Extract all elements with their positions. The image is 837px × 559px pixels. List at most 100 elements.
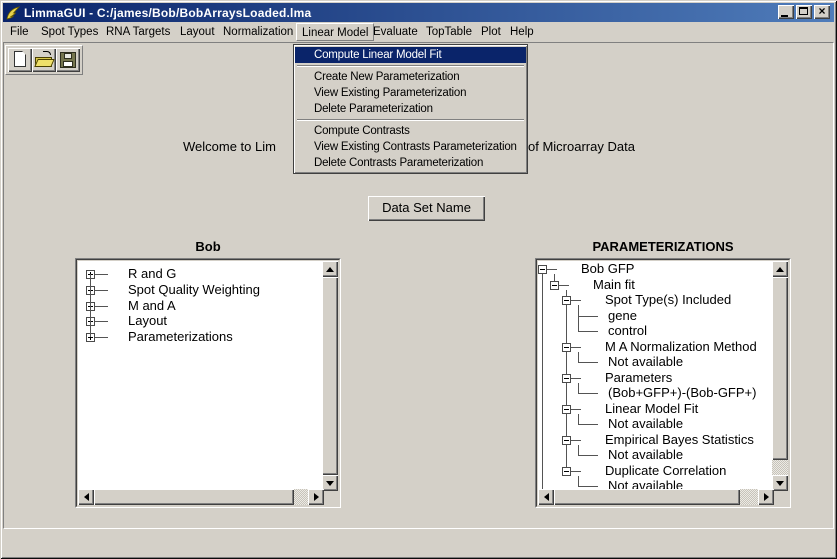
menu-item-compute-linear-model-fit[interactable]: Compute Linear Model Fit [295,47,526,63]
app-window: LimmaGUI - C:/james/Bob/BobArraysLoaded.… [0,0,837,559]
menu-item-delete-parameterization[interactable]: Delete Parameterization [295,101,526,117]
tree-expand-box[interactable] [538,265,547,274]
tree-expand-box[interactable] [562,405,571,414]
tree-line [571,471,581,472]
menu-plot[interactable]: Plot [476,23,506,41]
menu-linear-model[interactable]: Linear Model [296,23,374,41]
tree-node-label[interactable]: Spot Quality Weighting [128,283,260,297]
tree-line [578,455,598,456]
arrow-left-icon [544,493,549,501]
tree-line [578,362,598,363]
tree-line [90,274,91,337]
tree-node-label[interactable]: Not available [608,417,683,431]
tree-node-label[interactable]: gene [608,309,637,323]
tree-line [571,440,581,441]
tree-node-label[interactable]: R and G [128,267,176,281]
menu-item-view-existing-contrasts-parameterization[interactable]: View Existing Contrasts Parameterization [295,139,526,155]
tree-node-label[interactable]: Parameters [605,371,672,385]
parameterizations-tree-panel: Bob GFP Main fitSpot Type(s) Included gene… [535,258,791,508]
arrow-down-icon [326,481,334,486]
scroll-down-button[interactable] [772,475,788,491]
arrow-left-icon [84,493,89,501]
data-set-name-button[interactable]: Data Set Name [368,196,485,221]
tree-node-label[interactable]: Spot Type(s) Included [605,293,731,307]
tree-line [571,347,581,348]
tree-node-label[interactable]: Main fit [593,278,635,292]
tree-expand-box[interactable] [562,296,571,305]
tree-node-label[interactable]: Empirical Bayes Statistics [605,433,754,447]
tree-node-label[interactable]: M A Normalization Method [605,340,757,354]
minimize-button[interactable] [778,5,794,19]
close-button[interactable]: × [814,5,830,19]
scroll-left-button[interactable] [78,489,94,505]
tree-line [95,274,108,275]
open-file-button[interactable] [32,48,56,72]
vertical-scrollbar[interactable] [322,261,338,491]
app-icon [6,6,20,20]
horizontal-scrollbar[interactable] [78,489,324,505]
menu-item-create-new-parameterization[interactable]: Create New Parameterization [295,69,526,85]
dataset-tree-panel: R and G Spot Quality Weighting M and ALayo… [75,258,341,508]
scroll-left-button[interactable] [538,489,554,505]
tree-line [578,424,598,425]
tree-expand-box[interactable] [550,281,559,290]
tree-node-label[interactable]: M and A [128,299,176,313]
scroll-up-button[interactable] [322,261,338,277]
window-title: LimmaGUI - C:/james/Bob/BobArraysLoaded.… [24,6,311,20]
linear-model-dropdown-menu: Compute Linear Model Fit Create New Param… [293,44,528,174]
menu-item-delete-contrasts-parameterization[interactable]: Delete Contrasts Parameterization [295,155,526,171]
window-controls: × [778,5,830,19]
tree-node-label[interactable]: Linear Model Fit [605,402,698,416]
tree-node-label[interactable]: Not available [608,355,683,369]
tree-line [578,486,598,487]
tree-node-label[interactable]: Not available [608,448,683,462]
menu-normalization[interactable]: Normalization [218,23,298,41]
menu-toptable[interactable]: TopTable [421,23,477,41]
menu-item-compute-contrasts[interactable]: Compute Contrasts [295,123,526,139]
title-bar: LimmaGUI - C:/james/Bob/BobArraysLoaded.… [3,3,834,22]
menu-spot-types[interactable]: Spot Types [36,23,103,41]
tree-line [95,306,108,307]
menu-file[interactable]: File [5,23,34,41]
scrollbar-thumb[interactable] [772,277,788,460]
tree-expand-box[interactable] [562,374,571,383]
menu-separator [297,65,524,67]
vertical-scrollbar[interactable] [772,261,788,491]
welcome-text-right: of Microarray Data [528,139,635,154]
tree-line [571,300,581,301]
tree-line [578,305,579,332]
scroll-up-button[interactable] [772,261,788,277]
tree-node-label[interactable]: control [608,324,647,338]
scroll-right-button[interactable] [308,489,324,505]
save-file-button[interactable] [56,48,80,72]
tree-node-label[interactable]: Parameterizations [128,330,233,344]
tree-node-label[interactable]: (Bob+GFP+)-(Bob-GFP+) [608,386,756,400]
maximize-button[interactable] [796,5,812,19]
arrow-down-icon [776,481,784,486]
tree-node-label[interactable]: Layout [128,314,167,328]
tree-line [547,269,557,270]
new-file-button[interactable] [8,48,32,72]
menu-help[interactable]: Help [505,23,539,41]
close-icon: × [814,4,830,18]
tree-line [542,274,543,491]
menu-layout[interactable]: Layout [175,23,220,41]
tree-node-label[interactable]: Duplicate Correlation [605,464,726,478]
arrow-up-icon [326,267,334,272]
scroll-down-button[interactable] [322,475,338,491]
scroll-right-button[interactable] [758,489,774,505]
horizontal-scrollbar[interactable] [538,489,774,505]
tree-line [578,393,598,394]
scrollbar-thumb[interactable] [322,277,338,475]
scrollbar-thumb[interactable] [554,489,740,505]
tree-node-label[interactable]: Bob GFP [581,262,634,276]
tree-expand-box[interactable] [562,467,571,476]
scrollbar-thumb[interactable] [94,489,294,505]
tree-expand-box[interactable] [562,343,571,352]
menu-evaluate[interactable]: Evaluate [368,23,423,41]
menu-rna-targets[interactable]: RNA Targets [101,23,175,41]
menu-item-view-existing-parameterization[interactable]: View Existing Parameterization [295,85,526,101]
tree-line [571,378,581,379]
tree-expand-box[interactable] [562,436,571,445]
dataset-tree: R and G Spot Quality Weighting M and ALayo… [78,261,324,491]
